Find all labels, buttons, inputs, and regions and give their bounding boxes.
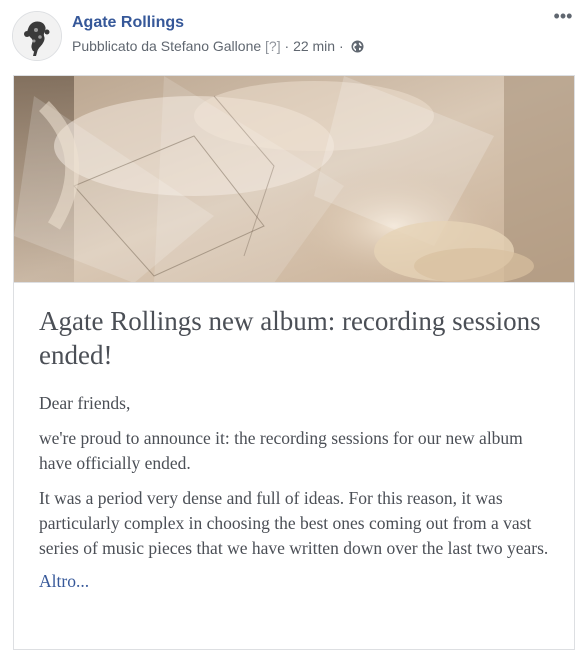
meta-separator-2: ·: [338, 38, 344, 54]
meta-separator: ·: [284, 38, 290, 54]
page-avatar[interactable]: [12, 11, 62, 61]
article-paragraph: we're proud to announce it: the recordin…: [39, 428, 523, 473]
more-options-icon[interactable]: •••: [551, 7, 575, 29]
article-preview: Agate Rollings new album: recording sess…: [39, 304, 549, 594]
post-header: Agate Rollings Pubblicato da Stefano Gal…: [12, 7, 575, 63]
post-timestamp[interactable]: 22 min: [293, 38, 335, 54]
read-more-link[interactable]: Altro...: [39, 569, 89, 594]
help-link[interactable]: [?]: [265, 38, 281, 54]
post-meta: Pubblicato da Stefano Gallone [?] · 22 m…: [72, 38, 364, 54]
globe-icon[interactable]: [351, 40, 364, 53]
link-preview-card[interactable]: Agate Rollings new album: recording sess…: [13, 75, 575, 650]
posted-by-text[interactable]: Pubblicato da Stefano Gallone: [72, 38, 261, 54]
article-paragraph: It was a period very dense and full of i…: [39, 488, 549, 558]
page-name-link[interactable]: Agate Rollings: [72, 14, 184, 32]
article-title[interactable]: Agate Rollings new album: recording sess…: [39, 304, 549, 372]
article-paragraph: Dear friends,: [39, 393, 131, 413]
article-hero-image[interactable]: [14, 76, 574, 283]
